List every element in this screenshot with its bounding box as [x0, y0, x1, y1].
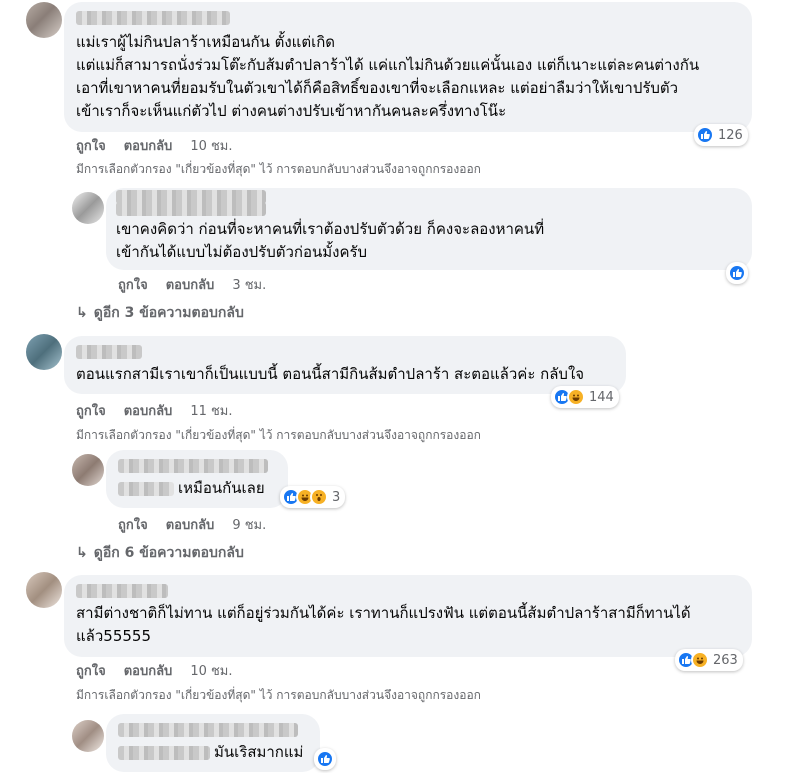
reply-arrow-icon: ↳: [76, 305, 88, 321]
reaction-count: 263: [713, 652, 738, 668]
comment-actions: ถูกใจ ตอบกลับ 11 ชม.: [76, 400, 233, 421]
reaction-summary[interactable]: 144: [551, 386, 619, 408]
timestamp[interactable]: 9 ชม.: [232, 514, 266, 535]
reaction-count: 3: [332, 489, 341, 505]
author-name-blurred[interactable]: [116, 202, 266, 216]
like-button[interactable]: ถูกใจ: [118, 514, 148, 535]
avatar[interactable]: [72, 720, 104, 752]
view-more-replies[interactable]: ↳ ดูอีก 3 ข้อความตอบกลับ: [76, 302, 244, 324]
avatar[interactable]: [72, 454, 104, 486]
comment-text: เขาคงคิดว่า ก่อนที่จะหาคนที่เราต้องปรับต…: [116, 220, 545, 261]
reaction-summary[interactable]: 263: [675, 649, 743, 671]
author-name-blurred[interactable]: [76, 345, 142, 359]
avatar[interactable]: [72, 192, 104, 224]
author-name-blurred[interactable]: [76, 584, 168, 598]
like-button[interactable]: ถูกใจ: [118, 274, 148, 295]
avatar[interactable]: [26, 334, 62, 370]
reaction-summary[interactable]: [726, 262, 748, 284]
comment-text: ตอนแรกสามีเราเขาก็เป็นแบบนี้ ตอนนี้สามีก…: [76, 365, 585, 383]
wow-icon: [310, 488, 328, 506]
comment-bubble: สามีต่างชาติก็ไม่ทาน แต่ก็อยู่ร่วมกันได้…: [64, 575, 752, 657]
comment-actions: ถูกใจ ตอบกลับ 10 ชม.: [76, 135, 233, 156]
avatar[interactable]: [26, 2, 62, 38]
author-name-blurred: [118, 745, 210, 760]
timestamp[interactable]: 10 ชม.: [190, 135, 232, 156]
avatar[interactable]: [26, 572, 62, 608]
reaction-count: 126: [718, 127, 743, 143]
like-button[interactable]: ถูกใจ: [76, 400, 106, 421]
view-more-label: ดูอีก 3 ข้อความตอบกลับ: [93, 305, 244, 321]
reply-arrow-icon: ↳: [76, 545, 88, 561]
haha-icon: [691, 651, 709, 669]
reply-bubble: เขาคงคิดว่า ก่อนที่จะหาคนที่เราต้องปรับต…: [106, 188, 752, 270]
comment-text: สามีต่างชาติก็ไม่ทาน แต่ก็อยู่ร่วมกันได้…: [76, 604, 691, 645]
author-name-blurred[interactable]: [118, 459, 268, 473]
reaction-count: 144: [589, 389, 614, 405]
haha-icon: [567, 388, 585, 406]
like-icon: [728, 264, 746, 282]
comment-bubble: ตอนแรกสามีเราเขาก็เป็นแบบนี้ ตอนนี้สามีก…: [64, 336, 626, 394]
comment-bubble: แม่เราผู้ไม่กินปลาร้าเหมือนกัน ตั้งแต่เก…: [64, 2, 752, 132]
filter-note: มีการเลือกตัวกรอง "เกี่ยวข้องที่สุด" ไว้…: [76, 688, 481, 702]
comment-text: มันเริสมากแม่: [214, 743, 304, 761]
timestamp[interactable]: 3 ชม.: [232, 274, 266, 295]
author-name-blurred[interactable]: [118, 723, 298, 737]
timestamp[interactable]: 10 ชม.: [190, 660, 232, 681]
filter-note: มีการเลือกตัวกรอง "เกี่ยวข้องที่สุด" ไว้…: [76, 162, 481, 176]
comment-actions: ถูกใจ ตอบกลับ 3 ชม.: [118, 274, 266, 295]
reply-button[interactable]: ตอบกลับ: [166, 514, 215, 535]
author-name-blurred: [118, 481, 174, 496]
filter-note: มีการเลือกตัวกรอง "เกี่ยวข้องที่สุด" ไว้…: [76, 428, 481, 442]
like-icon: [316, 750, 334, 768]
reply-button[interactable]: ตอบกลับ: [124, 660, 173, 681]
like-icon: [696, 126, 714, 144]
view-more-label: ดูอีก 6 ข้อความตอบกลับ: [93, 545, 244, 561]
reply-bubble: มันเริสมากแม่: [106, 714, 320, 772]
reaction-summary[interactable]: [314, 748, 336, 770]
like-button[interactable]: ถูกใจ: [76, 660, 106, 681]
comment-text: เหมือนกันเลย: [178, 479, 265, 497]
reply-button[interactable]: ตอบกลับ: [124, 135, 173, 156]
comment-text: แม่เราผู้ไม่กินปลาร้าเหมือนกัน ตั้งแต่เก…: [76, 33, 700, 120]
reaction-summary[interactable]: 126: [694, 124, 748, 146]
reply-button[interactable]: ตอบกลับ: [124, 400, 173, 421]
comment-actions: ถูกใจ ตอบกลับ 9 ชม.: [118, 514, 266, 535]
reply-button[interactable]: ตอบกลับ: [166, 274, 215, 295]
timestamp[interactable]: 11 ชม.: [190, 400, 232, 421]
view-more-replies[interactable]: ↳ ดูอีก 6 ข้อความตอบกลับ: [76, 542, 244, 564]
comment-actions: ถูกใจ ตอบกลับ 10 ชม.: [76, 660, 233, 681]
reply-bubble: เหมือนกันเลย: [106, 450, 288, 508]
author-name-blurred[interactable]: [76, 11, 230, 25]
reaction-summary[interactable]: 3: [280, 486, 346, 508]
like-button[interactable]: ถูกใจ: [76, 135, 106, 156]
